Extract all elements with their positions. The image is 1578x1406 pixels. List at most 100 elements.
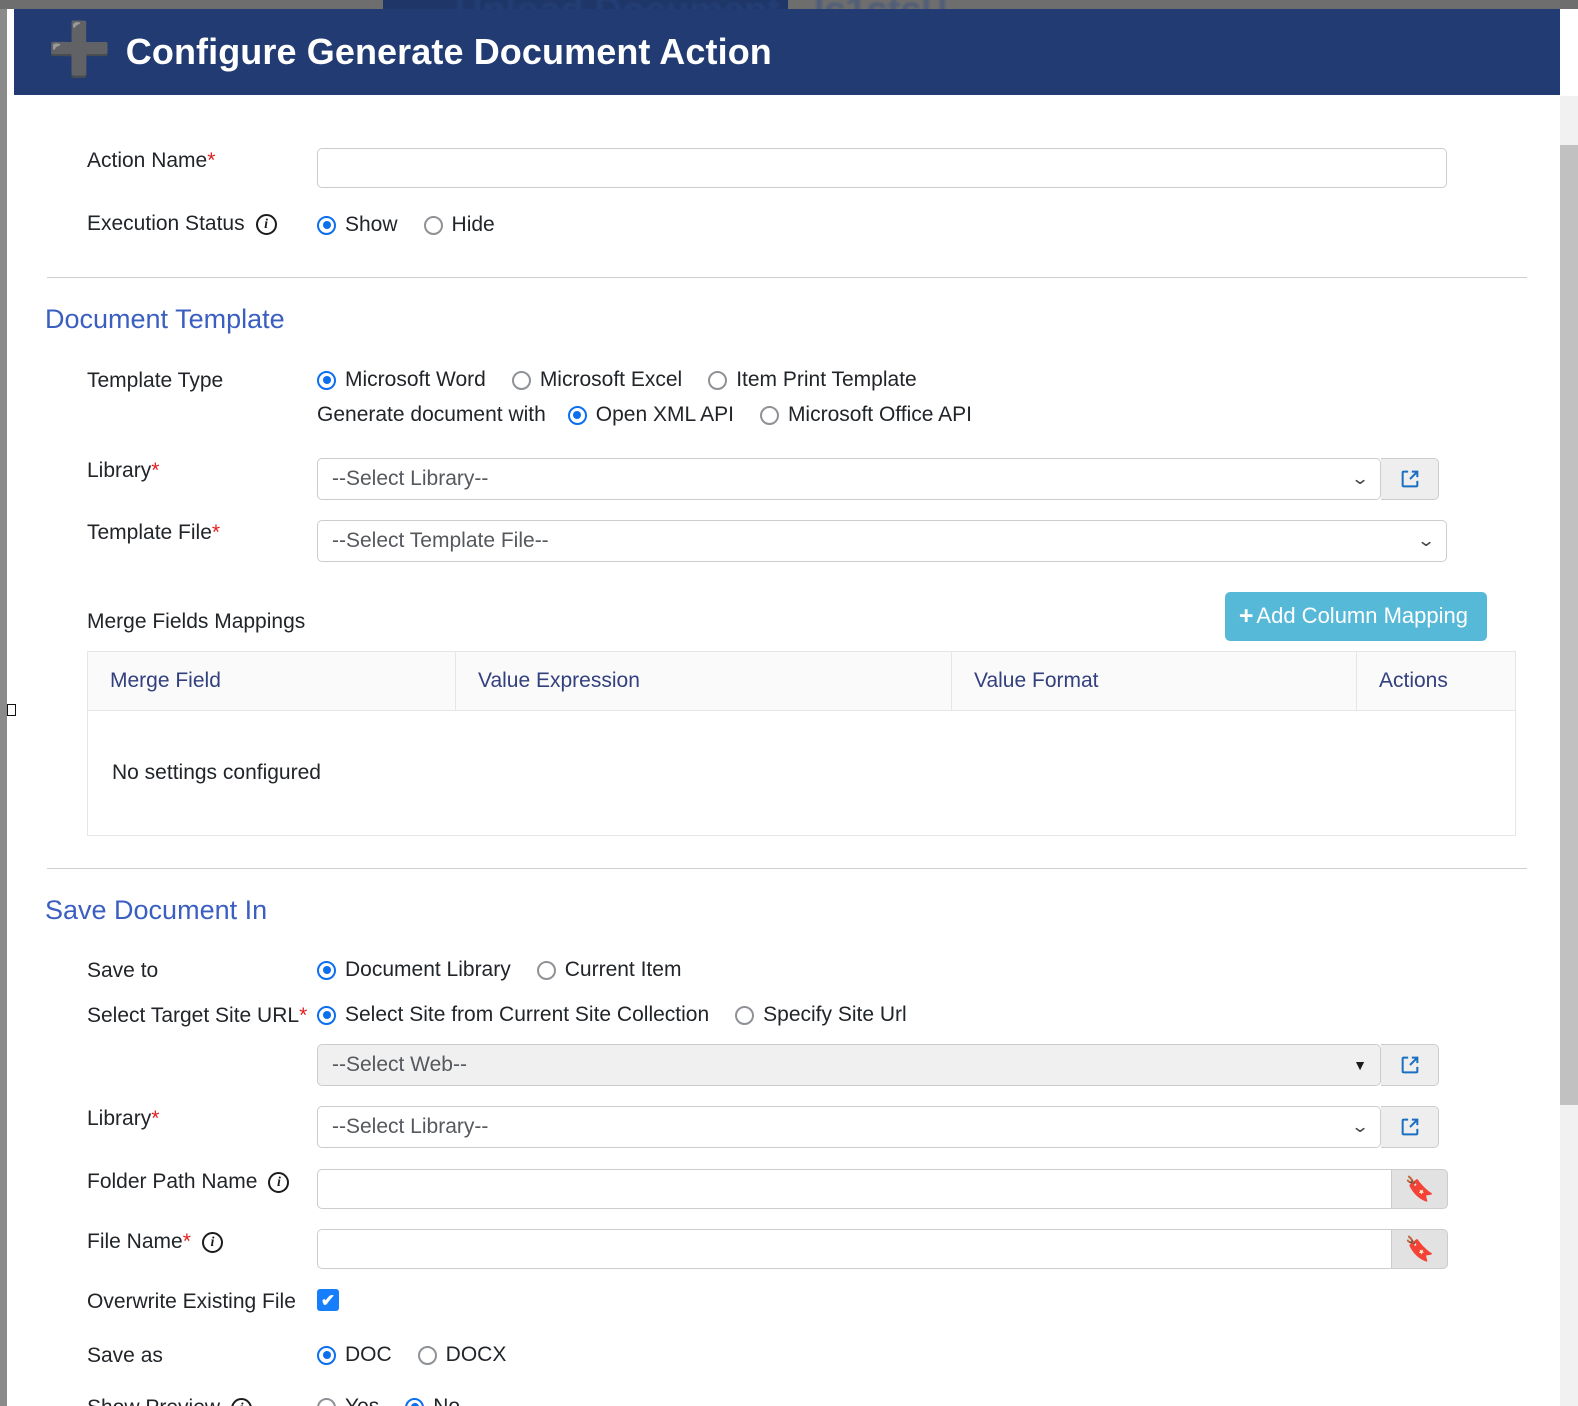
radio-label: No [433, 1395, 460, 1406]
table-header-row: Merge Field Value Expression Value Forma… [87, 651, 1516, 711]
save-to-row: Save to Document Library Current Item [14, 958, 1560, 984]
plus-icon: ➕ [47, 20, 112, 79]
merge-fields-section: Merge Fields Mappings + Add Column Mappin… [14, 592, 1560, 836]
check-icon: ✔ [320, 1290, 336, 1310]
action-name-input[interactable] [317, 148, 1447, 188]
template-library-control: --Select Library-- ⌄ [317, 458, 1560, 500]
radio-dot-selected [317, 1345, 336, 1365]
radio-dot [423, 215, 443, 235]
add-column-mapping-button[interactable]: + Add Column Mapping [1224, 592, 1487, 641]
radio-show-preview-no[interactable]: No [405, 1395, 460, 1406]
required-asterisk: * [207, 149, 216, 172]
radio-template-type-excel[interactable]: Microsoft Excel [511, 368, 682, 392]
radio-label: Document Library [345, 958, 511, 981]
chevron-down-icon: ⌄ [1350, 469, 1370, 488]
column-header-value-format: Value Format [951, 651, 1357, 711]
radio-select-site-from-current-collection[interactable]: Select Site from Current Site Collection [317, 1003, 709, 1027]
template-library-open-external-button[interactable] [1381, 458, 1439, 500]
vertical-scrollbar-thumb[interactable] [1560, 145, 1578, 1105]
radio-label: Yes [345, 1395, 379, 1406]
save-as-row: Save as DOC DOCX [14, 1343, 1560, 1369]
radio-dot [735, 1005, 755, 1025]
radio-label: Item Print Template [736, 368, 917, 391]
external-link-icon [1401, 1118, 1418, 1136]
template-library-label-text: Library [87, 459, 152, 482]
save-to-radio-group: Document Library Current Item [317, 958, 1560, 982]
radio-execution-status-show[interactable]: Show [317, 213, 398, 237]
section-divider [47, 868, 1527, 869]
info-icon[interactable]: i [255, 213, 277, 235]
target-site-url-row: Select Target Site URL * Select Site from… [14, 1003, 1560, 1086]
file-name-control: 🔖 [317, 1229, 1560, 1269]
required-asterisk: * [211, 521, 221, 544]
file-name-row: File Name * i 🔖 [14, 1229, 1560, 1269]
radio-label: Current Item [564, 958, 682, 981]
save-library-control: --Select Library-- ⌄ [317, 1106, 1560, 1148]
dialog-body: Action Name * Execution Status i Show Hid… [14, 95, 1560, 1406]
save-library-select[interactable]: --Select Library-- ⌄ [317, 1106, 1381, 1148]
radio-save-as-docx[interactable]: DOCX [417, 1343, 507, 1367]
radio-generate-with-open-xml[interactable]: Open XML API [567, 403, 734, 427]
file-name-label: File Name * i [14, 1229, 317, 1255]
web-select-control: --Select Web-- ▼ [317, 1044, 1560, 1086]
web-select[interactable]: --Select Web-- ▼ [317, 1044, 1381, 1086]
folder-path-name-input[interactable] [317, 1169, 1392, 1209]
radio-template-type-item-print[interactable]: Item Print Template [708, 368, 917, 392]
radio-dot [708, 370, 728, 390]
template-type-label-text: Template Type [87, 369, 224, 392]
radio-label: DOC [345, 1343, 392, 1366]
section-title-document-template: Document Template [45, 304, 285, 334]
web-open-external-button[interactable] [1381, 1044, 1439, 1086]
info-icon[interactable]: i [268, 1171, 290, 1193]
template-library-select[interactable]: --Select Library-- ⌄ [317, 458, 1381, 500]
radio-specify-site-url[interactable]: Specify Site Url [735, 1003, 907, 1027]
section-title-save-document-in: Save Document In [45, 895, 268, 925]
overwrite-existing-file-checkbox[interactable]: ✔ [317, 1289, 339, 1311]
configure-generate-document-action-dialog: ➕ Configure Generate Document Action Act… [0, 9, 1560, 1406]
action-name-control [317, 148, 1560, 188]
overwrite-existing-file-row: Overwrite Existing File ✔ [14, 1289, 1560, 1315]
radio-dot-selected [405, 1397, 425, 1406]
radio-dot-selected [317, 215, 336, 235]
radio-generate-with-office-api[interactable]: Microsoft Office API [759, 403, 972, 427]
folder-path-browse-button[interactable]: 🔖 [1392, 1169, 1448, 1209]
radio-save-to-current-item[interactable]: Current Item [536, 958, 682, 982]
folder-path-name-label: Folder Path Name i [14, 1169, 317, 1195]
file-name-input[interactable] [317, 1229, 1392, 1269]
template-library-select-value: --Select Library-- [332, 467, 489, 490]
info-icon[interactable]: i [231, 1397, 253, 1406]
radio-execution-status-hide[interactable]: Hide [423, 213, 495, 237]
web-select-value: --Select Web-- [332, 1053, 467, 1076]
binoculars-icon: 🔖 [1404, 1235, 1435, 1263]
template-file-label-text: Template File [87, 521, 212, 544]
radio-save-as-doc[interactable]: DOC [317, 1343, 392, 1367]
save-as-label-text: Save as [87, 1344, 163, 1367]
save-as-radio-group: DOC DOCX [317, 1343, 1560, 1367]
execution-status-radio-group: Show Hide [317, 211, 1560, 237]
save-library-label-text: Library [87, 1107, 152, 1130]
radio-show-preview-yes[interactable]: Yes [317, 1395, 379, 1406]
save-library-label: Library * [14, 1106, 317, 1132]
save-as-label: Save as [14, 1343, 317, 1369]
save-library-open-external-button[interactable] [1381, 1106, 1439, 1148]
overwrite-existing-file-control: ✔ [317, 1289, 1560, 1311]
column-header-merge-field: Merge Field [87, 651, 456, 711]
overwrite-existing-file-label: Overwrite Existing File [14, 1289, 317, 1315]
info-icon[interactable]: i [201, 1231, 223, 1253]
template-file-select-value: --Select Template File-- [332, 529, 549, 552]
action-name-label-text: Action Name [87, 149, 208, 172]
action-name-label: Action Name * [14, 148, 317, 174]
add-column-mapping-label: Add Column Mapping [1256, 603, 1468, 628]
radio-template-type-word[interactable]: Microsoft Word [317, 368, 486, 392]
radio-save-to-document-library[interactable]: Document Library [317, 958, 511, 982]
execution-status-label: Execution Status i [14, 211, 317, 237]
radio-dot-selected [317, 1005, 336, 1025]
template-library-label: Library * [14, 458, 317, 484]
file-name-browse-button[interactable]: 🔖 [1392, 1229, 1448, 1269]
show-preview-row: Show Preview i Yes No [14, 1395, 1560, 1406]
radio-label: DOCX [445, 1343, 507, 1366]
folder-path-name-control: 🔖 [317, 1169, 1560, 1209]
merge-fields-label: Merge Fields Mappings [87, 610, 306, 633]
template-file-row: Template File * --Select Template File-- … [14, 520, 1560, 562]
template-file-select[interactable]: --Select Template File-- ⌄ [317, 520, 1447, 562]
